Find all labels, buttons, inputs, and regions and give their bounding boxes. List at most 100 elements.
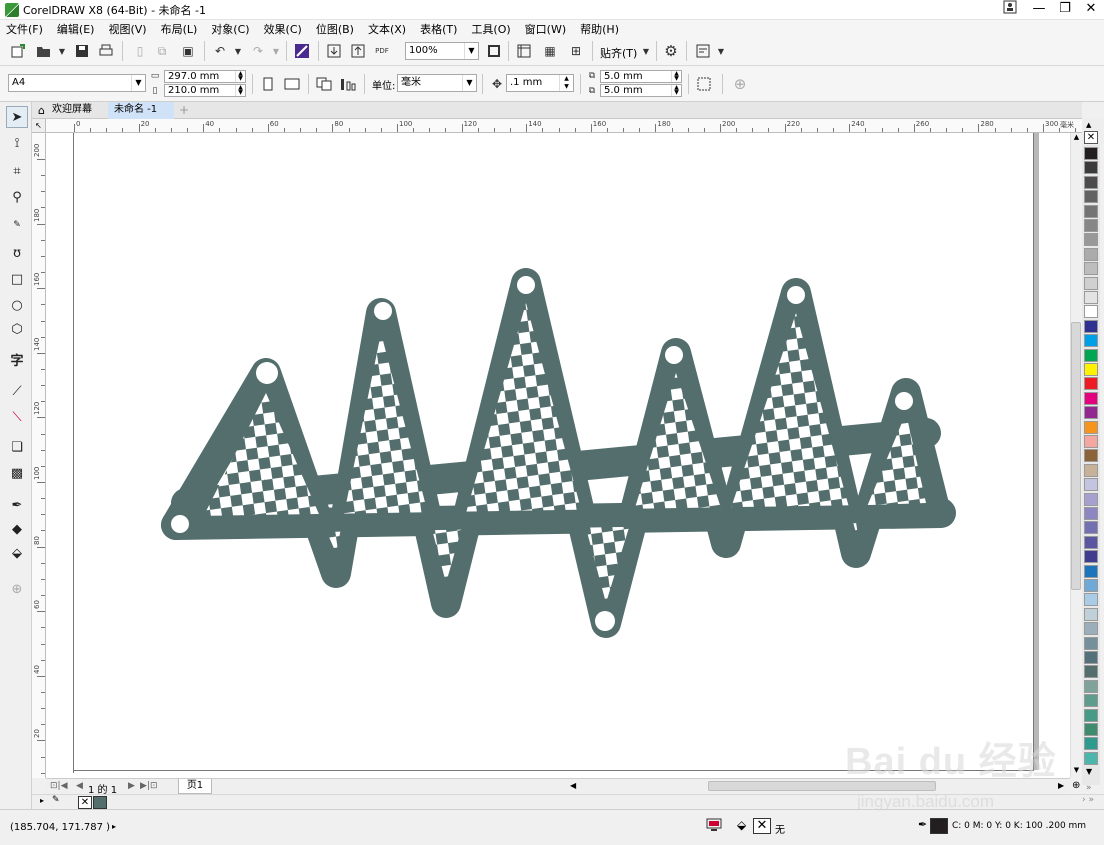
menu-layout[interactable]: 布局(L) bbox=[161, 21, 198, 37]
portrait-icon[interactable] bbox=[258, 74, 278, 94]
palette-swatch[interactable] bbox=[1084, 435, 1098, 448]
save-icon[interactable] bbox=[72, 41, 92, 61]
horizontal-ruler[interactable]: 0 20 40 60 80 100 120 140 160 180 200 220 240 260 280 3… bbox=[32, 119, 1082, 133]
palette-swatch[interactable] bbox=[1084, 708, 1098, 722]
add-tab-button[interactable]: + bbox=[176, 102, 192, 119]
menu-view[interactable]: 视图(V) bbox=[108, 21, 146, 37]
polygon-tool-icon[interactable]: ⬡ bbox=[6, 318, 28, 340]
palette-swatch[interactable] bbox=[1084, 319, 1098, 333]
undo-icon[interactable]: ↶ bbox=[210, 41, 230, 61]
menu-edit[interactable]: 编辑(E) bbox=[57, 21, 95, 37]
palette-swatch[interactable] bbox=[1084, 406, 1098, 420]
spinner-arrows-icon[interactable]: ▲ ▼ bbox=[559, 75, 573, 91]
smart-fill-tool-icon[interactable]: ⬙ bbox=[6, 542, 28, 564]
cut-icon[interactable]: ▯ bbox=[130, 41, 150, 61]
palette-swatch[interactable] bbox=[1084, 607, 1098, 621]
duplicate-x-field[interactable]: 5.0 mm ▲ ▼ bbox=[600, 70, 682, 83]
spinner-arrows-icon[interactable]: ▲ ▼ bbox=[235, 71, 245, 82]
menu-tools[interactable]: 工具(O) bbox=[471, 21, 510, 37]
doc-palette-expand-icon[interactable]: ▸ bbox=[40, 796, 44, 805]
drawing-canvas[interactable] bbox=[46, 133, 1070, 778]
palette-swatch[interactable] bbox=[1084, 478, 1098, 492]
palette-swatch[interactable] bbox=[1084, 190, 1098, 204]
palette-swatch[interactable] bbox=[1084, 751, 1098, 765]
palette-swatch[interactable] bbox=[1084, 694, 1098, 708]
open-folder-icon[interactable] bbox=[34, 41, 54, 61]
palette-swatch[interactable] bbox=[1084, 679, 1098, 693]
palette-swatch[interactable] bbox=[1084, 147, 1098, 160]
current-page-icon[interactable] bbox=[338, 74, 358, 94]
shape-tool-icon[interactable]: ⟟ bbox=[6, 132, 28, 154]
artwork-shape[interactable] bbox=[46, 133, 1070, 778]
palette-swatch[interactable] bbox=[1084, 449, 1098, 463]
menu-table[interactable]: 表格(T) bbox=[420, 21, 457, 37]
menu-object[interactable]: 对象(C) bbox=[211, 21, 249, 37]
text-tool-icon[interactable]: 字 bbox=[6, 348, 28, 370]
landscape-icon[interactable] bbox=[282, 74, 302, 94]
show-guidelines-icon[interactable]: ⊞ bbox=[566, 41, 586, 61]
menu-bitmaps[interactable]: 位图(B) bbox=[316, 21, 354, 37]
first-page-icon[interactable]: ⊡|◀ bbox=[50, 781, 68, 791]
page-height-field[interactable]: 210.0 mm ▲ ▼ bbox=[164, 84, 246, 97]
import-icon[interactable] bbox=[324, 41, 344, 61]
spinner-arrows-icon[interactable]: ▲ ▼ bbox=[671, 85, 681, 96]
search-content-icon[interactable] bbox=[292, 41, 312, 61]
help-icon[interactable] bbox=[997, 0, 1023, 20]
palette-swatch[interactable] bbox=[1084, 636, 1098, 650]
pick-tool-icon[interactable]: ➤ bbox=[6, 106, 28, 128]
color-eyedropper-tool-icon[interactable]: ✒ bbox=[6, 494, 28, 516]
palette-swatch[interactable] bbox=[1084, 507, 1098, 520]
palette-swatch[interactable] bbox=[1084, 291, 1098, 304]
palette-swatch[interactable] bbox=[1084, 723, 1098, 736]
snap-dropdown-icon[interactable]: ▼ bbox=[636, 41, 656, 61]
palette-swatch[interactable] bbox=[1084, 651, 1098, 664]
ellipse-tool-icon[interactable]: ○ bbox=[6, 294, 28, 316]
palette-swatch[interactable] bbox=[1084, 579, 1098, 592]
palette-swatch[interactable] bbox=[1084, 276, 1098, 290]
transparency-tool-icon[interactable]: ▩ bbox=[6, 462, 28, 484]
color-proofing-icon[interactable] bbox=[706, 818, 722, 832]
previous-page-icon[interactable]: ◀ bbox=[76, 781, 83, 791]
full-screen-icon[interactable] bbox=[484, 41, 504, 61]
add-tool-icon[interactable]: ⊕ bbox=[6, 578, 28, 600]
print-icon[interactable] bbox=[96, 41, 116, 61]
export-icon[interactable] bbox=[348, 41, 368, 61]
palette-swatch[interactable] bbox=[1084, 161, 1098, 175]
rectangle-tool-icon[interactable]: □ bbox=[6, 268, 28, 290]
treat-as-filled-icon[interactable] bbox=[694, 74, 714, 94]
tab-welcome-screen[interactable]: ⌂ 欢迎屏幕 bbox=[34, 102, 108, 119]
zoom-tool-icon[interactable]: ⚲ bbox=[6, 186, 28, 208]
publish-pdf-icon[interactable]: PDF bbox=[372, 41, 392, 61]
vertical-scroll-thumb[interactable] bbox=[1071, 322, 1081, 590]
palette-swatch[interactable] bbox=[1084, 262, 1098, 276]
page-tab-1[interactable]: 页1 bbox=[178, 779, 212, 794]
units-combo[interactable]: 毫米 ▼ bbox=[397, 74, 477, 92]
fill-none-swatch[interactable]: ✕ bbox=[753, 818, 771, 834]
launcher-dropdown-icon[interactable]: ▼ bbox=[711, 41, 731, 61]
crop-tool-icon[interactable]: ⌗ bbox=[6, 160, 28, 182]
no-color-swatch[interactable]: ✕ bbox=[1084, 131, 1098, 144]
show-rulers-icon[interactable] bbox=[514, 41, 534, 61]
freehand-tool-icon[interactable]: ✎ bbox=[6, 214, 28, 236]
palette-swatch[interactable] bbox=[1084, 377, 1098, 391]
palette-swatch[interactable] bbox=[1084, 363, 1098, 376]
application-launcher-icon[interactable] bbox=[693, 41, 713, 61]
parallel-dimension-tool-icon[interactable]: ⟋ bbox=[6, 380, 28, 402]
palette-swatch[interactable] bbox=[1084, 535, 1098, 549]
palette-swatch[interactable] bbox=[1084, 247, 1098, 261]
next-page-icon[interactable]: ▶ bbox=[128, 781, 135, 791]
copy-icon[interactable]: ⧉ bbox=[152, 41, 172, 61]
scroll-left-icon[interactable]: ◀ bbox=[570, 781, 576, 790]
palette-swatch[interactable] bbox=[1084, 622, 1098, 636]
palette-swatch[interactable] bbox=[1084, 665, 1098, 679]
doc-palette-more-icon[interactable]: › » bbox=[1082, 795, 1094, 805]
palette-swatch[interactable] bbox=[1084, 233, 1098, 247]
new-document-icon[interactable] bbox=[8, 41, 28, 61]
zoom-level-combo[interactable]: 100% ▼ bbox=[405, 42, 479, 60]
palette-swatch[interactable] bbox=[1084, 593, 1098, 607]
menu-help[interactable]: 帮助(H) bbox=[580, 21, 619, 37]
ruler-origin[interactable]: ↖ bbox=[32, 119, 46, 133]
palette-scroll-up-icon[interactable]: ▲ bbox=[1086, 121, 1091, 129]
palette-scroll-down-icon[interactable]: ▼ bbox=[1086, 767, 1092, 776]
last-page-icon[interactable]: ▶|⊡ bbox=[140, 781, 158, 791]
